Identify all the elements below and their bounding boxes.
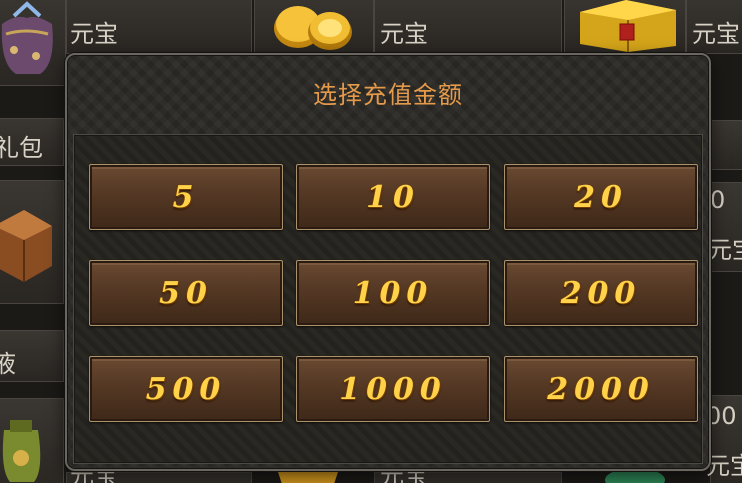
amount-label: 10 bbox=[366, 179, 420, 215]
wooden-box-icon bbox=[0, 210, 52, 282]
amount-label: 50 bbox=[159, 275, 213, 311]
shop-screen: 元宝 元宝 元宝 礼包 液 0 元宝 00 元宝 元宝 元宝 选择充值金额 5 … bbox=[0, 0, 742, 483]
shop-cell bbox=[710, 120, 742, 170]
amount-options-panel: 5 10 20 50 100 200 500 1000 2000 bbox=[73, 134, 703, 464]
amount-label: 2000 bbox=[547, 371, 655, 407]
amount-label: 100 bbox=[352, 275, 434, 311]
currency-label: 元宝 bbox=[380, 20, 428, 48]
amount-label: 5 bbox=[172, 179, 200, 215]
currency-label: 元宝 bbox=[70, 20, 118, 48]
amount-button-1000[interactable]: 1000 bbox=[296, 356, 490, 422]
amount-button-50[interactable]: 50 bbox=[89, 260, 283, 326]
amount-label: 20 bbox=[574, 179, 628, 215]
amount-button-100[interactable]: 100 bbox=[296, 260, 490, 326]
amount-button-10[interactable]: 10 bbox=[296, 164, 490, 230]
gold-coins-icon bbox=[274, 6, 352, 50]
currency-label: 元宝 bbox=[692, 20, 740, 48]
recharge-amount-dialog: 选择充值金额 5 10 20 50 100 200 500 1000 2000 bbox=[65, 53, 711, 471]
amount-label: 500 bbox=[145, 371, 227, 407]
amount-label: 200 bbox=[560, 275, 642, 311]
gift-bag-icon bbox=[1, 1, 53, 74]
gift-pack-label: 礼包 bbox=[0, 134, 43, 162]
amount-button-200[interactable]: 200 bbox=[504, 260, 698, 326]
green-jar-icon bbox=[2, 420, 41, 482]
price-partial: 0 bbox=[710, 186, 726, 214]
amount-button-2000[interactable]: 2000 bbox=[504, 356, 698, 422]
amount-button-5[interactable]: 5 bbox=[89, 164, 283, 230]
liquid-label: 液 bbox=[0, 350, 16, 378]
amount-label: 1000 bbox=[339, 371, 447, 407]
currency-label: 元宝 bbox=[708, 236, 742, 264]
dialog-title: 选择充值金额 bbox=[313, 81, 463, 109]
currency-label: 元宝 bbox=[706, 452, 742, 480]
amount-button-20[interactable]: 20 bbox=[504, 164, 698, 230]
treasure-chest-icon bbox=[580, 0, 676, 52]
amount-button-500[interactable]: 500 bbox=[89, 356, 283, 422]
